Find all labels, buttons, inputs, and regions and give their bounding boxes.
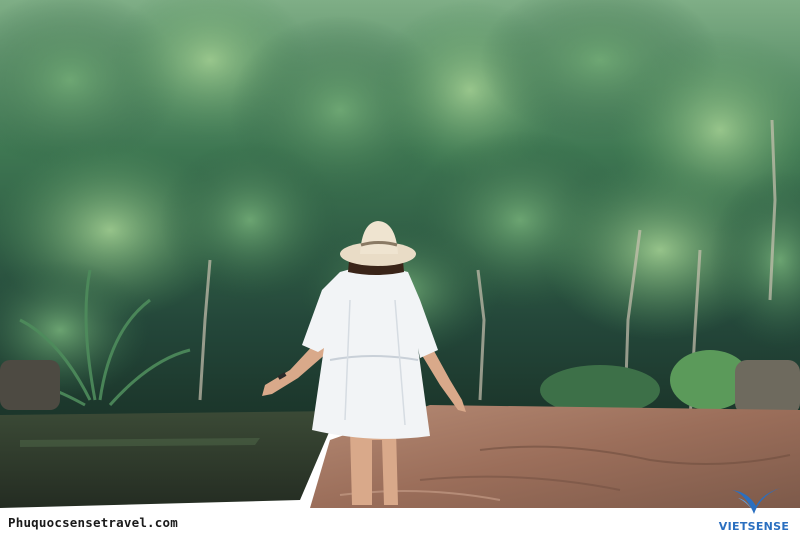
boulder <box>0 360 60 410</box>
caption-bar: Phuquocsensetravel.com <box>0 508 800 538</box>
website-url: Phuquocsensetravel.com <box>8 515 178 530</box>
vietsense-logo: VIETSENSE <box>716 484 792 538</box>
photo-frame: Phuquocsensetravel.com VIETSENSE <box>0 0 800 538</box>
boulder <box>735 360 800 415</box>
travel-photo <box>0 0 800 508</box>
bird-icon <box>732 488 780 514</box>
brand-name: VIETSENSE <box>718 520 790 533</box>
